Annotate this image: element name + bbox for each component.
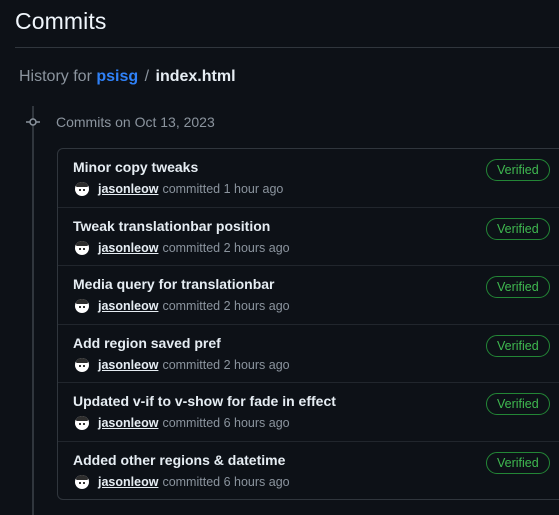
- commit-meta: jasonleow committed 6 hours ago: [75, 416, 290, 430]
- author-link[interactable]: jasonleow: [98, 182, 158, 196]
- breadcrumb-separator: /: [144, 68, 150, 85]
- commit-time: 2 hours ago: [223, 357, 290, 372]
- verified-badge[interactable]: Verified: [486, 276, 550, 298]
- page-title: Commits: [15, 8, 107, 34]
- verified-badge[interactable]: Verified: [486, 159, 550, 181]
- commit-meta: jasonleow committed 2 hours ago: [75, 240, 290, 255]
- commit-action: committed: [162, 416, 221, 430]
- breadcrumb-prefix: History for: [19, 68, 92, 85]
- user-avatar[interactable]: [75, 240, 89, 255]
- author-link[interactable]: jasonleow: [98, 475, 158, 489]
- commit-group-heading: Commits on Oct 13, 2023: [56, 114, 215, 130]
- commit-time: 1 hour ago: [223, 182, 284, 196]
- commit-time: 2 hours ago: [223, 299, 290, 313]
- commit-title-link[interactable]: Updated v-if to v-show for fade in effec…: [73, 393, 336, 409]
- commit-title-link[interactable]: Media query for translationbar: [73, 276, 274, 292]
- breadcrumb: History for psisg / index.html: [19, 68, 236, 86]
- commit-row: Add region saved pref jasonleow committe…: [58, 325, 559, 383]
- commit-meta: jasonleow committed 1 hour ago: [75, 182, 283, 196]
- author-link[interactable]: jasonleow: [98, 299, 158, 313]
- author-link[interactable]: jasonleow: [98, 241, 158, 255]
- commit-meta: jasonleow committed 2 hours ago: [75, 299, 290, 313]
- user-avatar[interactable]: [75, 182, 89, 196]
- commit-action: committed: [162, 357, 221, 372]
- title-divider: [15, 47, 559, 48]
- commit-title-link[interactable]: Tweak translationbar position: [73, 218, 270, 234]
- author-link[interactable]: jasonleow: [98, 416, 158, 430]
- commit-row: Media query for translationbar jasonleow…: [58, 266, 559, 325]
- commit-time: 2 hours ago: [223, 240, 290, 255]
- commit-row: Added other regions & datetime jasonleow…: [58, 442, 559, 500]
- commit-meta: jasonleow committed 2 hours ago: [75, 357, 290, 372]
- commit-time: 6 hours ago: [223, 416, 290, 430]
- file-name: index.html: [155, 68, 236, 85]
- user-avatar[interactable]: [75, 357, 89, 372]
- author-link[interactable]: jasonleow: [98, 358, 158, 372]
- commit-meta: jasonleow committed 6 hours ago: [75, 474, 290, 489]
- commit-action: committed: [162, 299, 221, 313]
- timeline-line: [32, 106, 34, 515]
- user-avatar[interactable]: [75, 299, 89, 313]
- commit-time: 6 hours ago: [223, 474, 290, 489]
- commit-row: Minor copy tweaks jasonleow committed 1 …: [58, 149, 559, 208]
- commit-list: Minor copy tweaks jasonleow committed 1 …: [57, 148, 559, 500]
- commit-title-link[interactable]: Minor copy tweaks: [73, 159, 198, 175]
- commit-title-link[interactable]: Added other regions & datetime: [73, 452, 285, 468]
- verified-badge[interactable]: Verified: [486, 393, 550, 415]
- commit-action: committed: [162, 240, 221, 255]
- user-avatar[interactable]: [75, 416, 89, 430]
- repo-link[interactable]: psisg: [96, 68, 138, 85]
- user-avatar[interactable]: [75, 474, 89, 489]
- commit-action: committed: [162, 182, 221, 196]
- commit-action: committed: [162, 474, 221, 489]
- commit-row: Updated v-if to v-show for fade in effec…: [58, 383, 559, 442]
- verified-badge[interactable]: Verified: [486, 451, 550, 474]
- verified-badge[interactable]: Verified: [486, 334, 550, 357]
- commit-row: Tweak translationbar position jasonleow …: [58, 208, 559, 266]
- git-commit-icon: [26, 117, 40, 127]
- commit-title-link[interactable]: Add region saved pref: [73, 335, 221, 351]
- verified-badge[interactable]: Verified: [486, 217, 550, 240]
